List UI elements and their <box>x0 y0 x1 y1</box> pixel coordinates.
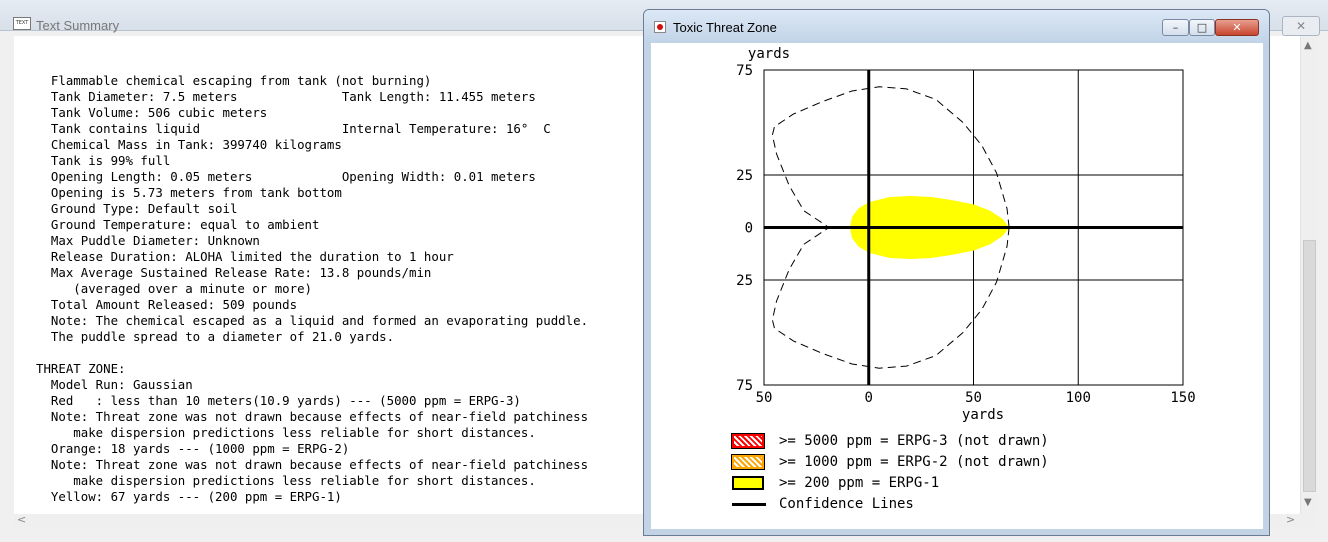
summary-line <box>36 345 588 361</box>
legend-label: >= 1000 ppm = ERPG-2 (not drawn) <box>779 454 1049 470</box>
text-document-icon: TEXT <box>13 17 31 30</box>
summary-vertical-scrollbar[interactable]: ▲ ▼ <box>1300 36 1318 514</box>
summary-line: Max Average Sustained Release Rate: 13.8… <box>36 265 432 280</box>
threat-zone-titlebar[interactable]: Toxic Threat Zone – □ ✕ <box>644 10 1269 42</box>
summary-line: Orange: 18 yards --- (1000 ppm = ERPG-2) <box>36 441 350 456</box>
legend-swatch <box>732 476 764 490</box>
summary-line: Tank Volume: 506 cubic meters <box>36 105 268 120</box>
summary-line: Ground Temperature: equal to ambient <box>36 217 320 232</box>
confidence-line-swatch <box>732 503 766 506</box>
summary-line: Note: Threat zone was not drawn because … <box>36 409 589 424</box>
legend-label: >= 5000 ppm = ERPG-3 (not drawn) <box>779 433 1049 449</box>
summary-line: The puddle spread to a diameter of 21.0 … <box>36 329 395 344</box>
summary-line: Model Run: Gaussian <box>36 377 193 392</box>
y-tick-label: 25 <box>736 273 753 289</box>
x-tick-label: 50 <box>756 390 773 406</box>
scroll-down-icon[interactable]: ▼ <box>1304 497 1312 508</box>
close-button[interactable]: ✕ <box>1215 19 1259 36</box>
scroll-up-icon[interactable]: ▲ <box>1304 40 1312 51</box>
scrollbar-corner <box>1300 514 1317 528</box>
summary-text: Flammable chemical escaping from tank (n… <box>36 73 588 505</box>
threat-zone-title: Toxic Threat Zone <box>673 20 777 35</box>
summary-line: make dispersion predictions less reliabl… <box>36 473 536 488</box>
threat-window-icon <box>654 21 666 33</box>
y-tick-label: 75 <box>736 63 753 79</box>
x-tick-label: 100 <box>1066 390 1091 406</box>
summary-line: Opening Length: 0.05 meters Opening Widt… <box>36 169 536 184</box>
summary-line: Tank is 99% full <box>36 153 171 168</box>
summary-line: Tank Diameter: 7.5 meters Tank Length: 1… <box>36 89 536 104</box>
summary-close-button[interactable]: ✕ <box>1282 16 1320 36</box>
summary-line: Max Puddle Diameter: Unknown <box>36 233 260 248</box>
x-tick-label: 150 <box>1170 390 1195 406</box>
summary-window-title: Text Summary <box>36 18 120 33</box>
maximize-button[interactable]: □ <box>1189 19 1215 36</box>
y-tick-label: 75 <box>736 378 753 394</box>
legend-swatch <box>731 454 765 470</box>
x-tick-label: 50 <box>965 390 982 406</box>
summary-line: Flammable chemical escaping from tank (n… <box>36 73 432 88</box>
legend-swatch <box>731 433 765 449</box>
y-axis-label: yards <box>748 46 790 62</box>
vertical-scroll-thumb[interactable] <box>1303 240 1316 492</box>
legend-label: >= 200 ppm = ERPG-1 <box>779 475 940 491</box>
summary-line: Total Amount Released: 509 pounds <box>36 297 298 312</box>
toxic-threat-zone-window: Toxic Threat Zone – □ ✕ 75 25 0 25 75 50 0 50 10… <box>643 9 1270 536</box>
summary-line: (averaged over a minute or more) <box>36 281 313 296</box>
summary-line: Note: The chemical escaped as a liquid a… <box>36 313 589 328</box>
summary-line: Opening is 5.73 meters from tank bottom <box>36 185 342 200</box>
summary-line: Yellow: 67 yards --- (200 ppm = ERPG-1) <box>36 489 342 504</box>
minimize-button[interactable]: – <box>1162 19 1189 36</box>
summary-line: Tank contains liquid Internal Temperatur… <box>36 121 551 136</box>
legend-label: Confidence Lines <box>779 496 914 512</box>
y-tick-label: 25 <box>736 168 753 184</box>
scroll-left-icon[interactable]: < <box>17 513 26 526</box>
x-tick-label: 0 <box>865 390 873 406</box>
summary-line: Note: Threat zone was not drawn because … <box>36 457 589 472</box>
threat-zone-plot-area: 75 25 0 25 75 50 0 50 100 150 yards yards >= 5000 p… <box>651 43 1263 529</box>
summary-line: Chemical Mass in Tank: 399740 kilograms <box>36 137 342 152</box>
summary-line: THREAT ZONE: <box>36 361 126 376</box>
scroll-right-icon[interactable]: > <box>1286 513 1295 526</box>
x-axis-label: yards <box>962 407 1004 423</box>
summary-line: make dispersion predictions less reliabl… <box>36 425 536 440</box>
summary-line: Ground Type: Default soil <box>36 201 238 216</box>
summary-line: Release Duration: ALOHA limited the dura… <box>36 249 454 264</box>
y-tick-label: 0 <box>745 221 753 237</box>
summary-line: Red : less than 10 meters(10.9 yards) --… <box>36 393 521 408</box>
